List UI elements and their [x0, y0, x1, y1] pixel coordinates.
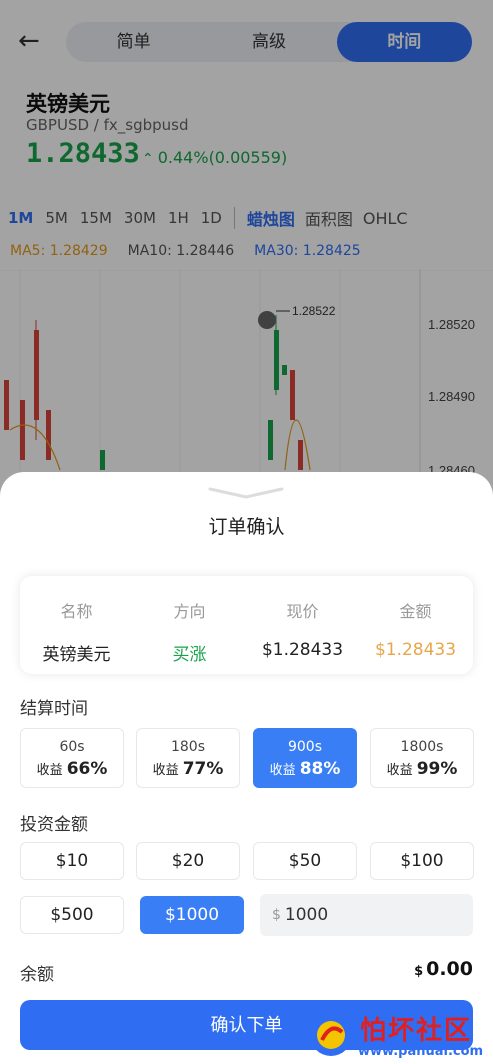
info-header: 金额	[399, 602, 432, 621]
info-header: 名称	[60, 602, 93, 621]
duration-time: 60s	[59, 739, 85, 755]
balance-currency: $	[414, 964, 424, 979]
amount-option-20[interactable]: $20	[136, 842, 240, 880]
settlement-label: 结算时间	[20, 699, 88, 719]
info-value: 英镑美元	[42, 645, 111, 665]
sheet-title: 订单确认	[208, 516, 285, 538]
profit-label: 收益	[269, 763, 296, 778]
info-value: 买涨	[172, 645, 207, 665]
currency-symbol: $	[272, 907, 281, 923]
profit-value: 77%	[182, 759, 224, 779]
profit-value: 99%	[416, 759, 458, 779]
duration-time: 180s	[170, 739, 205, 755]
custom-amount-input[interactable]	[284, 905, 445, 925]
amount-option-10[interactable]: $10	[20, 842, 124, 880]
chevron-down-icon[interactable]	[206, 486, 286, 500]
watermark-text: 怕坏社区	[360, 1016, 473, 1046]
site-watermark: 怕坏社区 www.pahuai.com	[300, 1008, 493, 1064]
duration-option-180s[interactable]: 180s 收益 77%	[136, 728, 240, 788]
duration-time: 900s	[287, 739, 322, 755]
order-info-card: 名称 英镑美元 方向 买涨 现价 $1.28433 金额 $1.28433	[20, 576, 473, 674]
info-header: 现价	[286, 602, 319, 621]
balance-value: $0.00	[414, 958, 473, 980]
info-header: 方向	[173, 602, 206, 621]
duration-option-900s[interactable]: 900s 收益 88%	[253, 728, 357, 788]
profit-label: 收益	[152, 763, 179, 778]
custom-amount-field: $	[260, 894, 473, 936]
balance-label: 余额	[20, 965, 54, 985]
amount-option-500[interactable]: $500	[20, 896, 124, 934]
order-confirm-sheet: 订单确认 名称 英镑美元 方向 买涨 现价 $1.28433 金额 $1.284…	[0, 472, 493, 1064]
watermark-logo	[310, 1014, 352, 1056]
balance-amount: 0.00	[426, 958, 473, 980]
amount-option-100[interactable]: $100	[370, 842, 474, 880]
duration-profit: 收益 99%	[371, 759, 473, 779]
duration-time: 1800s	[400, 739, 444, 755]
duration-profit: 收益 77%	[137, 759, 239, 779]
duration-option-1800s[interactable]: 1800s 收益 99%	[370, 728, 474, 788]
watermark-url: www.pahuai.com	[358, 1044, 484, 1059]
investment-label: 投资金额	[20, 815, 88, 835]
duration-option-60s[interactable]: 60s 收益 66%	[20, 728, 124, 788]
info-value: $1.28433	[374, 640, 457, 660]
amount-option-1000[interactable]: $1000	[140, 896, 244, 934]
info-value: $1.28433	[261, 640, 344, 660]
amount-option-50[interactable]: $50	[253, 842, 357, 880]
profit-value: 88%	[299, 759, 341, 779]
profit-label: 收益	[386, 763, 413, 778]
profit-value: 66%	[66, 759, 108, 779]
profit-label: 收益	[36, 763, 63, 778]
duration-profit: 收益 66%	[21, 759, 123, 779]
duration-profit: 收益 88%	[254, 759, 356, 779]
